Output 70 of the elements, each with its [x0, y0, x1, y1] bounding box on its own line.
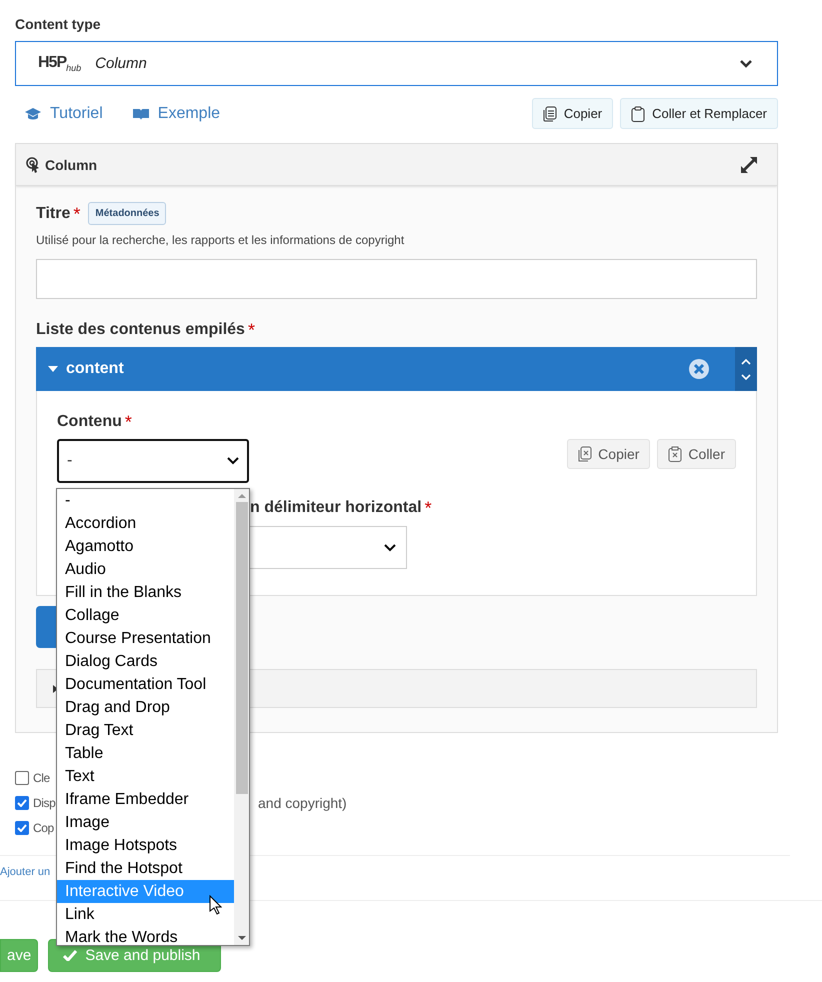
clipboard-button[interactable]: Copier — [567, 439, 650, 469]
dropdown-option[interactable]: Accordion — [57, 512, 234, 535]
remove-icon[interactable] — [688, 358, 710, 380]
mouse-pointer-icon — [209, 895, 222, 915]
dropdown-option[interactable]: Course Presentation — [57, 627, 234, 650]
pointer-icon — [26, 156, 40, 172]
checkbox[interactable] — [15, 796, 29, 810]
check-icon — [63, 950, 78, 961]
chevron-up-icon — [741, 358, 751, 364]
content-type-select[interactable]: H5P$_{hub}$ Column — [15, 41, 778, 86]
help-link[interactable]: Tutoriel — [24, 104, 103, 122]
required-mark: * — [124, 413, 132, 434]
field-description: Utilisé pour la recherche, les rapports et les informations de copyright — [36, 233, 406, 247]
title-input[interactable] — [36, 259, 757, 299]
dropdown-option[interactable]: Dialog Cards — [57, 650, 234, 673]
dropdown-option[interactable]: Drag Text — [57, 719, 234, 742]
dropdown-option[interactable]: Image Hotspots — [57, 834, 234, 857]
copy-icon — [578, 446, 592, 462]
clipboard-button[interactable]: Copier — [532, 98, 614, 129]
field-label: Content type — [15, 16, 102, 34]
field-label: Titre — [36, 205, 70, 223]
checkbox[interactable] — [15, 770, 29, 784]
panel-title: Column — [45, 156, 98, 172]
dropdown-option[interactable]: Text — [57, 765, 234, 788]
content-select[interactable]: - — [57, 439, 249, 483]
clipboard-icon — [668, 446, 682, 462]
dropdown-option[interactable]: Fill in the Blanks — [57, 581, 234, 604]
field-label: n délimiteur horizontal — [250, 499, 422, 518]
chevron-down-icon — [741, 374, 751, 380]
dropdown-option[interactable]: Find the Hotspot — [57, 857, 234, 880]
graduation-cap-icon — [24, 106, 42, 120]
dropdown-option[interactable]: Image — [57, 811, 234, 834]
checkbox-label: Cle — [33, 770, 50, 784]
field-label: Liste des contenus empilés — [36, 321, 245, 340]
required-mark: * — [424, 499, 432, 520]
list-item-header[interactable]: content — [36, 347, 757, 391]
clipboard-icon — [631, 106, 646, 122]
dropdown-option[interactable]: Table — [57, 742, 234, 765]
item-title: content — [66, 360, 124, 378]
dropdown-option[interactable]: Audio — [57, 558, 234, 581]
dropdown-option[interactable]: Agamotto — [57, 535, 234, 558]
required-mark: * — [248, 321, 255, 342]
dropdown-option[interactable]: Documentation Tool — [57, 673, 234, 696]
reorder-control[interactable] — [735, 347, 757, 391]
logo: H5P$_{hub}$ — [38, 54, 82, 74]
scroll-up-icon[interactable] — [238, 493, 246, 498]
required-mark: * — [73, 205, 80, 223]
chevron-down-icon — [384, 544, 396, 552]
checkbox-label: and copyright) — [258, 794, 347, 810]
checkbox-label: Cop — [33, 820, 54, 834]
expand-icon[interactable] — [739, 154, 759, 174]
dropdown-option[interactable]: Iframe Embedder — [57, 788, 234, 811]
scroll-down-icon[interactable] — [238, 936, 246, 941]
add-link[interactable]: Ajouter un — [0, 866, 50, 878]
dropdown-option[interactable]: Collage — [57, 604, 234, 627]
field-label: Contenu — [57, 413, 122, 432]
dropdown-option[interactable]: - — [57, 489, 234, 512]
copy-icon — [542, 106, 557, 122]
chevron-down-icon — [739, 58, 753, 68]
scrollbar[interactable] — [234, 489, 249, 945]
book-icon — [132, 106, 150, 120]
checkbox[interactable] — [15, 820, 29, 834]
checkbox-label: Disp — [33, 796, 56, 810]
metadata-button[interactable]: Métadonnées — [88, 202, 166, 225]
chevron-down-icon — [227, 457, 239, 465]
dropdown-option[interactable]: Drag and Drop — [57, 696, 234, 719]
clipboard-button[interactable]: Coller — [657, 439, 736, 469]
dropdown-option[interactable]: Link — [57, 903, 234, 926]
help-link[interactable]: Exemple — [132, 104, 220, 122]
clipboard-button[interactable]: Coller et Remplacer — [620, 98, 778, 129]
